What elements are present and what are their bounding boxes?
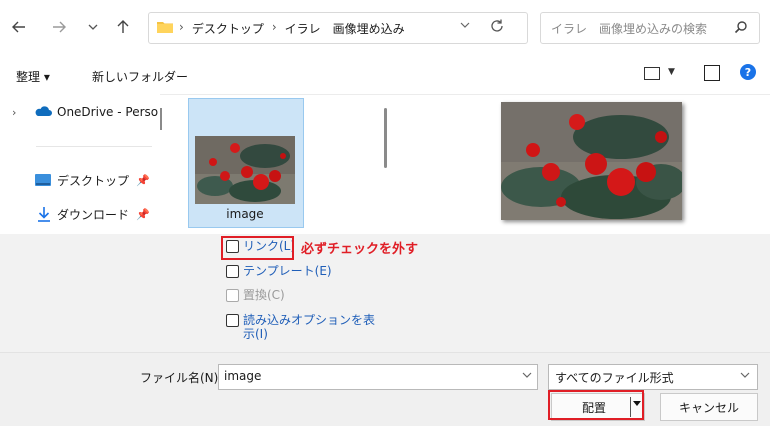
navigation-bar: › デスクトップ › イラレ 画像埋め込み イラレ 画像埋め込みの検索 <box>0 0 770 56</box>
sidebar-item-desktop[interactable]: デスクトップ 📌 <box>0 168 160 192</box>
folder-icon <box>157 22 173 33</box>
chevron-down-icon[interactable] <box>82 16 104 38</box>
expand-chevron-icon[interactable]: › <box>12 106 16 119</box>
filename-label: ファイル名(N): <box>140 371 223 385</box>
image-thumbnail <box>195 136 295 204</box>
nav-pane-scrollbar[interactable] <box>160 108 162 130</box>
download-icon <box>38 207 50 222</box>
search-input[interactable]: イラレ 画像埋め込みの検索 <box>551 20 707 37</box>
cancel-button[interactable]: キャンセル <box>660 393 758 421</box>
replace-checkbox <box>226 289 239 302</box>
filetype-select[interactable]: すべてのファイル形式 <box>548 364 758 390</box>
file-list-scrollbar[interactable] <box>384 108 387 168</box>
address-history-chevron-icon[interactable] <box>459 19 471 34</box>
dialog-footer: ファイル名(N): image すべてのファイル形式 <box>0 352 770 426</box>
filetype-value: すべてのファイル形式 <box>555 371 674 385</box>
search-box[interactable]: イラレ 画像埋め込みの検索 <box>540 12 760 44</box>
arrow-right-icon[interactable] <box>48 16 70 38</box>
new-folder-button[interactable]: 新しいフォルダー <box>92 68 188 85</box>
chevron-down-icon[interactable] <box>739 368 751 385</box>
address-bar[interactable]: › デスクトップ › イラレ 画像埋め込み <box>148 12 528 44</box>
import-options-checkbox[interactable] <box>226 314 239 327</box>
navigation-pane: › OneDrive - Perso デスクトップ 📌 ダウンロード 📌 <box>0 94 162 234</box>
uncheck-annotation: 必ずチェックを外す <box>301 242 419 257</box>
place-highlight-box <box>548 390 644 420</box>
preview-pane-icon[interactable] <box>704 65 720 81</box>
import-options-label-line1: 読み込みオプションを表 <box>243 313 376 327</box>
sidebar-divider <box>36 146 152 147</box>
arrow-left-icon[interactable] <box>8 16 30 38</box>
help-icon[interactable]: ? <box>740 64 756 80</box>
desktop-icon <box>35 174 51 186</box>
refresh-icon[interactable] <box>489 18 505 38</box>
import-options-label-line2: 示(I) <box>243 327 268 341</box>
pin-icon: 📌 <box>136 207 150 221</box>
pin-icon: 📌 <box>136 173 150 187</box>
breadcrumb-separator: › <box>271 20 277 34</box>
view-options-chevron-icon[interactable]: ▼ <box>668 67 675 77</box>
view-mode-icon[interactable] <box>644 67 660 80</box>
file-name-label: image <box>226 207 264 221</box>
sidebar-item-label: デスクトップ <box>57 173 130 188</box>
breadcrumb: › デスクトップ › イラレ 画像埋め込み <box>179 20 405 37</box>
command-toolbar: 整理 ▾ 新しいフォルダー ▼ ? <box>0 56 770 95</box>
organize-button[interactable]: 整理 ▾ <box>16 68 50 85</box>
filename-combobox[interactable]: image <box>218 364 538 390</box>
template-checkbox[interactable] <box>226 265 239 278</box>
breadcrumb-item-folder[interactable]: イラレ 画像埋め込み <box>285 20 405 37</box>
replace-option-label: 置換(C) <box>243 288 285 302</box>
filename-input[interactable]: image <box>224 369 261 383</box>
sidebar-item-label: OneDrive - Perso <box>57 105 159 119</box>
arrow-up-icon[interactable] <box>112 16 134 38</box>
chevron-down-icon[interactable] <box>521 368 533 385</box>
sidebar-item-downloads[interactable]: ダウンロード 📌 <box>0 202 160 226</box>
import-options-option[interactable]: 読み込みオプションを表 示(I) <box>226 313 375 341</box>
link-highlight-box <box>221 236 294 260</box>
breadcrumb-item-desktop[interactable]: デスクトップ <box>192 20 264 37</box>
breadcrumb-separator: › <box>179 20 184 34</box>
sidebar-item-label: ダウンロード <box>57 207 130 222</box>
onedrive-cloud-icon <box>35 106 52 116</box>
template-option-label[interactable]: テンプレート(E) <box>243 264 332 278</box>
import-options-label[interactable]: 読み込みオプションを表 示(I) <box>243 313 375 341</box>
sidebar-item-onedrive[interactable]: › OneDrive - Perso <box>0 100 160 124</box>
search-icon[interactable] <box>733 19 749 35</box>
replace-option: 置換(C) <box>226 288 285 302</box>
image-preview <box>501 102 682 220</box>
template-option[interactable]: テンプレート(E) <box>226 264 332 278</box>
